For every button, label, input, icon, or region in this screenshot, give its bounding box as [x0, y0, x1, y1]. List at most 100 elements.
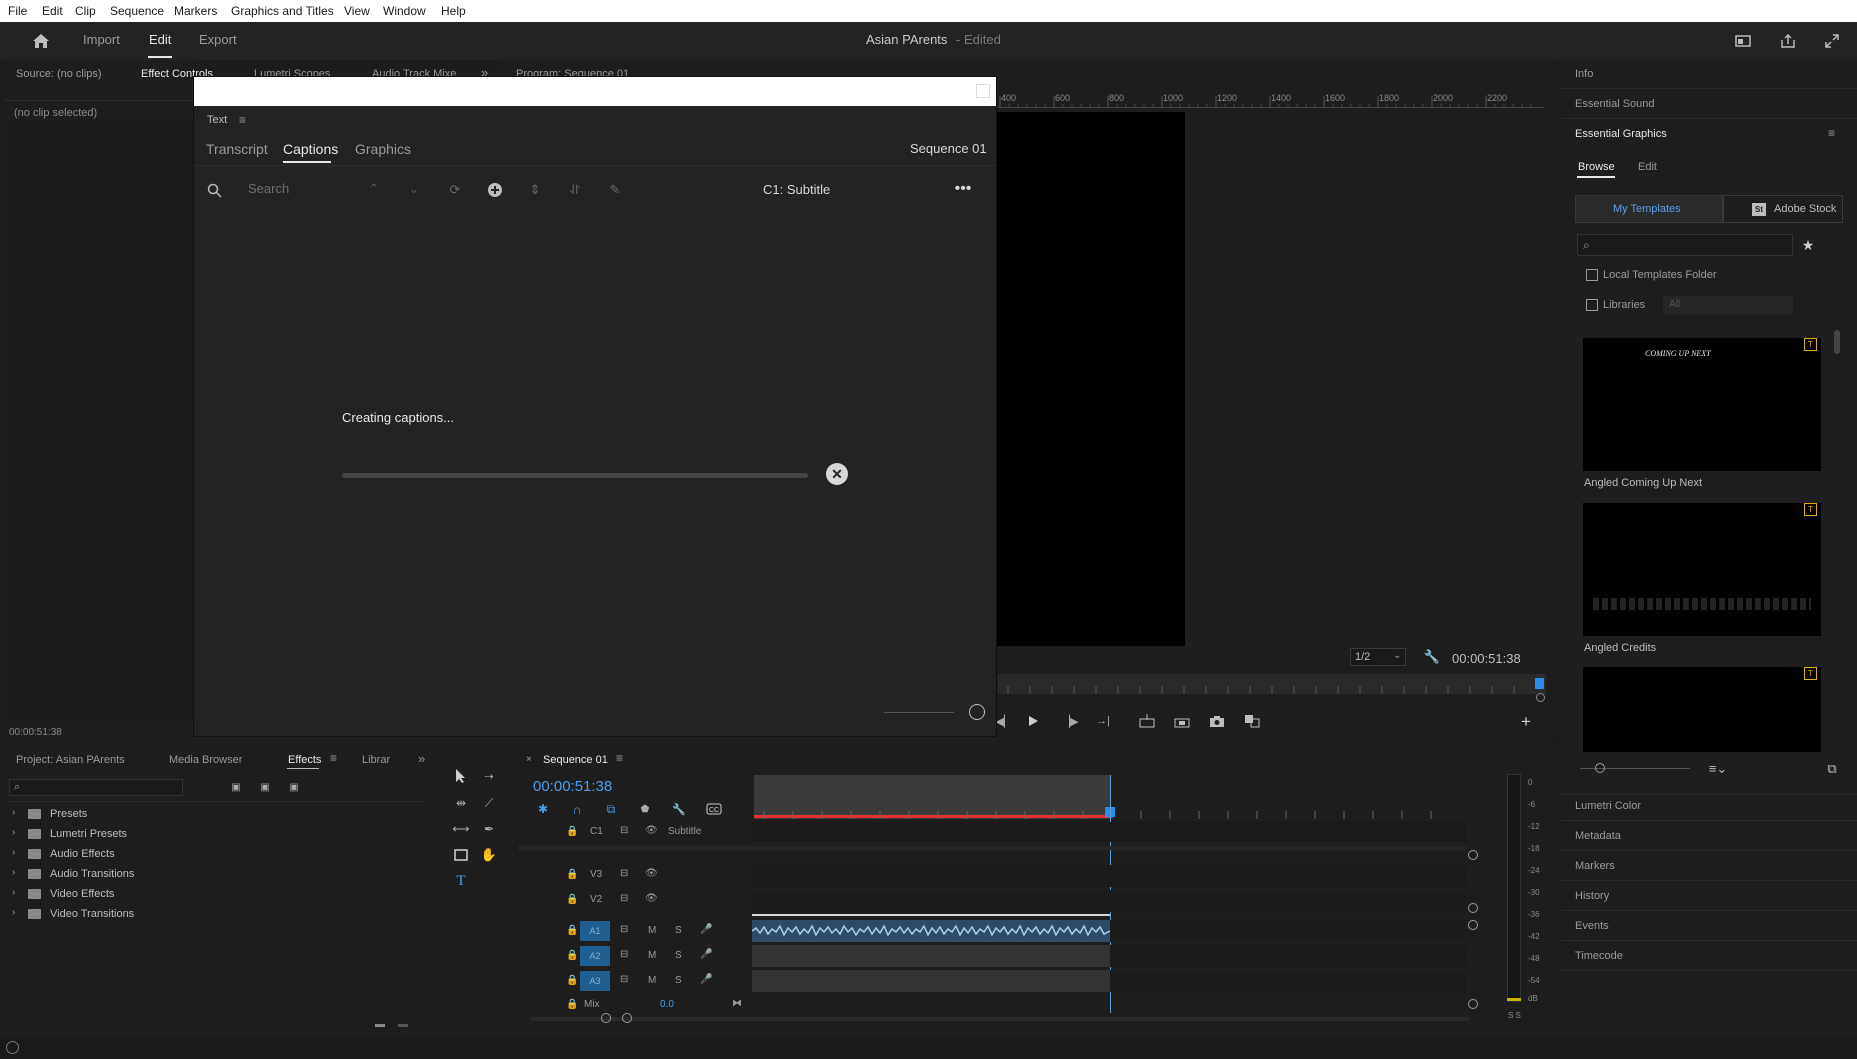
- scroll-handle[interactable]: [1468, 999, 1478, 1009]
- effects-search-input[interactable]: ⌕: [9, 779, 183, 796]
- insert-icon[interactable]: [1138, 713, 1156, 729]
- template-thumbnail[interactable]: [1583, 667, 1821, 752]
- refresh-icon[interactable]: ⟳: [446, 181, 464, 199]
- timeline-timecode[interactable]: 00:00:51:38: [533, 778, 612, 795]
- microphone-icon[interactable]: 🎤: [700, 974, 712, 985]
- pencil-icon[interactable]: ✎: [606, 181, 624, 199]
- chevron-down-icon[interactable]: ⌄: [406, 180, 422, 198]
- tab-libraries[interactable]: Librar: [362, 754, 390, 766]
- more-options-icon[interactable]: •••: [953, 180, 973, 198]
- menu-window[interactable]: Window: [383, 4, 426, 18]
- menu-help[interactable]: Help: [441, 4, 466, 18]
- events-header[interactable]: Events: [1575, 920, 1609, 932]
- lock-icon[interactable]: 🔒: [566, 975, 578, 986]
- step-forward-icon[interactable]: ▕▶: [1062, 713, 1079, 729]
- thumbnail-size-handle[interactable]: [1595, 763, 1605, 773]
- panel-menu-icon[interactable]: ≡: [330, 751, 337, 765]
- razor-tool-icon[interactable]: ⟋: [480, 794, 498, 812]
- zoom-handle[interactable]: [1536, 693, 1545, 702]
- zoom-slider-handle[interactable]: [969, 704, 985, 720]
- status-icon[interactable]: [6, 1041, 19, 1054]
- add-caption-icon[interactable]: [486, 181, 504, 199]
- microphone-icon[interactable]: 🎤: [700, 949, 712, 960]
- mix-end-icon[interactable]: ⧓: [732, 998, 742, 1009]
- libraries-select[interactable]: All: [1663, 296, 1793, 314]
- close-icon[interactable]: ×: [526, 754, 532, 765]
- audio-clip[interactable]: [751, 920, 1111, 942]
- hand-tool-icon[interactable]: ✋: [480, 846, 498, 864]
- lock-icon[interactable]: 🔒: [566, 950, 578, 961]
- window-close-button[interactable]: [976, 84, 990, 98]
- panel-overflow-icon[interactable]: »: [418, 751, 425, 766]
- history-header[interactable]: History: [1575, 890, 1609, 902]
- overwrite-icon[interactable]: [1173, 713, 1191, 729]
- sequence-tab[interactable]: Sequence 01: [543, 754, 608, 766]
- step-back-icon[interactable]: ◀▏: [996, 713, 1013, 729]
- essential-sound-header[interactable]: Essential Sound: [1575, 98, 1655, 110]
- lock-icon[interactable]: 🔒: [566, 925, 578, 936]
- linked-selection-icon[interactable]: ⧉: [603, 801, 619, 817]
- menu-clip[interactable]: Clip: [75, 4, 96, 18]
- rectangle-tool-icon[interactable]: [452, 846, 470, 864]
- lumetri-color-header[interactable]: Lumetri Color: [1575, 800, 1641, 812]
- sync-lock-icon[interactable]: ⊟: [620, 868, 628, 879]
- list-item[interactable]: › Audio Effects: [12, 846, 412, 864]
- list-item[interactable]: › Presets: [12, 806, 412, 824]
- tab-project[interactable]: Project: Asian PArents: [16, 754, 125, 766]
- menu-graphics-and-titles[interactable]: Graphics and Titles: [231, 4, 334, 18]
- list-item[interactable]: › Lumetri Presets: [12, 826, 412, 844]
- mute-button[interactable]: M: [648, 975, 656, 986]
- track-select-tool-icon[interactable]: ⇢: [478, 767, 500, 785]
- menu-sequence[interactable]: Sequence: [110, 4, 164, 18]
- star-icon[interactable]: ★: [1799, 236, 1817, 254]
- scroll-handle[interactable]: [1468, 903, 1478, 913]
- play-icon[interactable]: [1025, 713, 1041, 729]
- template-thumbnail[interactable]: [1583, 503, 1821, 636]
- wrench-icon[interactable]: 🔧: [671, 801, 687, 817]
- microphone-icon[interactable]: 🎤: [700, 924, 712, 935]
- track-lane-v3[interactable]: [752, 865, 1466, 887]
- scroll-handle[interactable]: [1468, 850, 1478, 860]
- new-layer-icon[interactable]: ⧉: [1823, 761, 1841, 777]
- sync-lock-icon[interactable]: ⊟: [620, 893, 628, 904]
- yuv-effects-icon[interactable]: ▣: [285, 779, 303, 795]
- adobe-stock-button[interactable]: St Adobe Stock: [1723, 195, 1843, 223]
- ripple-edit-tool-icon[interactable]: ⇹: [452, 794, 470, 812]
- panel-menu-icon[interactable]: ≡: [1828, 126, 1835, 140]
- tab-edit[interactable]: Edit: [149, 32, 171, 47]
- marker-icon[interactable]: ⬟: [637, 801, 653, 817]
- lock-icon[interactable]: 🔒: [566, 869, 578, 880]
- solo-button[interactable]: S: [675, 950, 682, 961]
- new-bin-icon[interactable]: ▬: [372, 1018, 388, 1030]
- sync-lock-icon[interactable]: ⊟: [620, 825, 628, 836]
- tab-source[interactable]: Source: (no clips): [16, 68, 102, 80]
- timeline-horizontal-scrollbar[interactable]: [530, 1017, 1470, 1021]
- home-icon[interactable]: [30, 30, 52, 52]
- type-tool-icon[interactable]: T: [452, 872, 470, 890]
- pen-tool-icon[interactable]: ✒: [480, 820, 498, 838]
- eye-icon[interactable]: 👁: [645, 868, 658, 879]
- zoom-handle-right[interactable]: [622, 1013, 632, 1023]
- tab-transcript[interactable]: Transcript: [206, 141, 268, 157]
- info-panel-header[interactable]: Info: [1575, 68, 1593, 80]
- tab-edit[interactable]: Edit: [1638, 161, 1657, 173]
- tab-media-browser[interactable]: Media Browser: [169, 754, 242, 766]
- quick-export-icon[interactable]: [1733, 31, 1753, 51]
- cancel-captions-button[interactable]: ✕: [826, 463, 848, 485]
- 32bit-effects-icon[interactable]: ▣: [256, 779, 274, 795]
- slip-tool-icon[interactable]: ⟷: [452, 820, 470, 838]
- comparison-view-icon[interactable]: [1243, 713, 1261, 729]
- go-to-out-icon[interactable]: →|: [1095, 713, 1111, 729]
- essential-graphics-header[interactable]: Essential Graphics: [1575, 128, 1667, 140]
- tab-browse[interactable]: Browse: [1578, 161, 1615, 173]
- scrollbar-thumb[interactable]: [1834, 330, 1840, 354]
- meter-solo-buttons[interactable]: S S: [1508, 1011, 1521, 1020]
- markers-header[interactable]: Markers: [1575, 860, 1615, 872]
- track-lane-v2[interactable]: [752, 890, 1466, 912]
- tab-import[interactable]: Import: [83, 32, 120, 47]
- merge-caption-icon[interactable]: ⥯: [566, 181, 584, 199]
- program-playhead[interactable]: [1535, 678, 1544, 689]
- track-label[interactable]: A3: [580, 971, 610, 991]
- menu-edit[interactable]: Edit: [42, 4, 63, 18]
- add-button-icon[interactable]: +: [1518, 712, 1534, 731]
